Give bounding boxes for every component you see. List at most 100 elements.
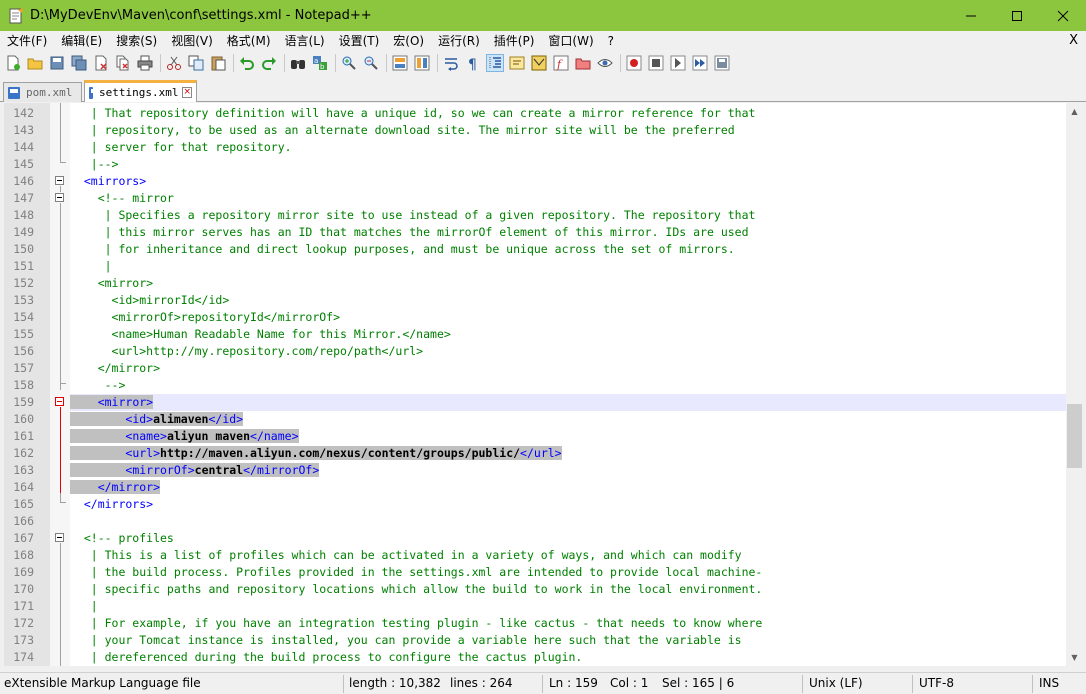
menu-run[interactable]: 运行(R) (431, 31, 487, 51)
code-line[interactable]: 151 | (13, 258, 1066, 275)
fold-toggle-mirrors[interactable] (55, 176, 64, 185)
code-line[interactable]: 159 <mirror> (13, 394, 1066, 411)
scroll-down-icon[interactable]: ▼ (1066, 649, 1083, 666)
menu-window[interactable]: 窗口(W) (541, 31, 600, 51)
code-line[interactable]: 142 | That repository definition will ha… (13, 105, 1066, 122)
code-line[interactable]: 153 <id>mirrorId</id> (13, 292, 1066, 309)
code-line[interactable]: 164 </mirror> (13, 479, 1066, 496)
menu-plugins[interactable]: 插件(P) (487, 31, 542, 51)
code-line[interactable]: 150 | for inheritance and direct lookup … (13, 241, 1066, 258)
fold-margin[interactable] (50, 103, 70, 666)
copy-button[interactable] (187, 54, 205, 72)
doc-map-button[interactable] (530, 54, 548, 72)
close-button[interactable] (92, 54, 110, 72)
code-line[interactable]: 160 <id>alimaven</id> (13, 411, 1066, 428)
code-line[interactable]: 169 | the build process. Profiles provid… (13, 564, 1066, 581)
code-line[interactable]: 145 |--> (13, 156, 1066, 173)
fold-toggle-comment[interactable] (55, 193, 64, 202)
menu-edit[interactable]: 编辑(E) (54, 31, 109, 51)
tab-pom-xml[interactable]: pom.xml (3, 82, 82, 102)
scrollbar-thumb[interactable] (1067, 404, 1082, 468)
code-view[interactable]: 142 | That repository definition will ha… (13, 103, 1066, 666)
zoom-in-button[interactable] (340, 54, 358, 72)
menu-file[interactable]: 文件(F) (0, 31, 54, 51)
code-line[interactable]: 158 --> (13, 377, 1066, 394)
menu-view[interactable]: 视图(V) (164, 31, 220, 51)
stop-macro-button[interactable] (647, 54, 665, 72)
code-line[interactable]: 163 <mirrorOf>central</mirrorOf> (13, 462, 1066, 479)
editor-area[interactable]: 142 | That repository definition will ha… (4, 103, 1066, 666)
menu-format[interactable]: 格式(M) (220, 31, 278, 51)
code-line[interactable]: 157 </mirror> (13, 360, 1066, 377)
maximize-button[interactable] (994, 0, 1040, 31)
record-macro-button[interactable] (625, 54, 643, 72)
toolbar-separator (386, 54, 387, 72)
code-line[interactable]: 170 | specific paths and repository loca… (13, 581, 1066, 598)
code-token: <mirror> (70, 276, 154, 290)
cut-button[interactable] (165, 54, 183, 72)
code-line[interactable]: 171 | (13, 598, 1066, 615)
save-all-button[interactable] (70, 54, 88, 72)
show-all-chars-button[interactable]: ¶ (464, 54, 482, 72)
tab-close-icon[interactable]: × (182, 87, 192, 98)
indent-guide-button[interactable] (486, 54, 504, 72)
code-token: | dereferenced during the build process … (70, 650, 583, 664)
menu-macro[interactable]: 宏(O) (386, 31, 431, 51)
folder-workspace-button[interactable] (574, 54, 592, 72)
word-wrap-button[interactable] (442, 54, 460, 72)
zoom-in-icon (342, 56, 356, 70)
minimize-button[interactable] (948, 0, 994, 31)
redo-button[interactable] (260, 54, 278, 72)
play-macro-button[interactable] (669, 54, 687, 72)
save-macro-button[interactable] (713, 54, 731, 72)
scroll-up-icon[interactable]: ▲ (1066, 103, 1083, 120)
run-macro-multiple-button[interactable] (691, 54, 709, 72)
tab-settings-xml[interactable]: settings.xml × (84, 80, 197, 102)
menu-settings[interactable]: 设置(T) (332, 31, 387, 51)
code-line[interactable]: 168 | This is a list of profiles which c… (13, 547, 1066, 564)
code-line[interactable]: 152 <mirror> (13, 275, 1066, 292)
sync-vertical-button[interactable] (391, 54, 409, 72)
monitoring-button[interactable] (596, 54, 614, 72)
code-line[interactable]: 174 | dereferenced during the build proc… (13, 649, 1066, 666)
code-line[interactable]: 162 <url>http://maven.aliyun.com/nexus/c… (13, 445, 1066, 462)
code-line[interactable]: 146 <mirrors> (13, 173, 1066, 190)
code-line[interactable]: 172 | For example, if you have an integr… (13, 615, 1066, 632)
code-line[interactable]: 149 | this mirror serves has an ID that … (13, 224, 1066, 241)
vertical-scrollbar[interactable]: ▲ ▼ (1066, 103, 1083, 666)
title-bar[interactable]: D:\MyDevEnv\Maven\conf\settings.xml - No… (0, 0, 1086, 31)
udl-button[interactable] (508, 54, 526, 72)
code-line[interactable]: 165 </mirrors> (13, 496, 1066, 513)
code-token: | That repository definition will have a… (70, 106, 756, 120)
new-file-button[interactable] (4, 54, 22, 72)
sync-horizontal-button[interactable] (413, 54, 431, 72)
code-line[interactable]: 154 <mirrorOf>repositoryId</mirrorOf> (13, 309, 1066, 326)
close-window-button[interactable] (1040, 0, 1086, 31)
menu-help[interactable]: ? (601, 31, 621, 51)
code-line[interactable]: 156 <url>http://my.repository.com/repo/p… (13, 343, 1066, 360)
paste-button[interactable] (209, 54, 227, 72)
code-line[interactable]: 147 <!-- mirror (13, 190, 1066, 207)
zoom-out-button[interactable] (362, 54, 380, 72)
code-line[interactable]: 167 <!-- profiles (13, 530, 1066, 547)
save-button[interactable] (48, 54, 66, 72)
code-line[interactable]: 143 | repository, to be used as an alter… (13, 122, 1066, 139)
print-button[interactable] (136, 54, 154, 72)
fold-toggle-profiles[interactable] (55, 533, 64, 542)
open-file-button[interactable] (26, 54, 44, 72)
close-all-button[interactable] (114, 54, 132, 72)
menu-language[interactable]: 语言(L) (278, 31, 332, 51)
replace-button[interactable]: ab (311, 54, 329, 72)
find-button[interactable] (289, 54, 307, 72)
code-line[interactable]: 161 <name>aliyun maven</name> (13, 428, 1066, 445)
code-line[interactable]: 173 | your Tomcat instance is installed,… (13, 632, 1066, 649)
undo-button[interactable] (238, 54, 256, 72)
fold-toggle-mirror[interactable] (55, 397, 64, 406)
code-line[interactable]: 144 | server for that repository. (13, 139, 1066, 156)
menu-search[interactable]: 搜索(S) (109, 31, 164, 51)
code-line[interactable]: 148 | Specifies a repository mirror site… (13, 207, 1066, 224)
code-line[interactable]: 155 <name>Human Readable Name for this M… (13, 326, 1066, 343)
close-document-button[interactable]: X (1069, 33, 1078, 48)
code-line[interactable]: 166 (13, 513, 1066, 530)
function-list-button[interactable]: f (552, 54, 570, 72)
